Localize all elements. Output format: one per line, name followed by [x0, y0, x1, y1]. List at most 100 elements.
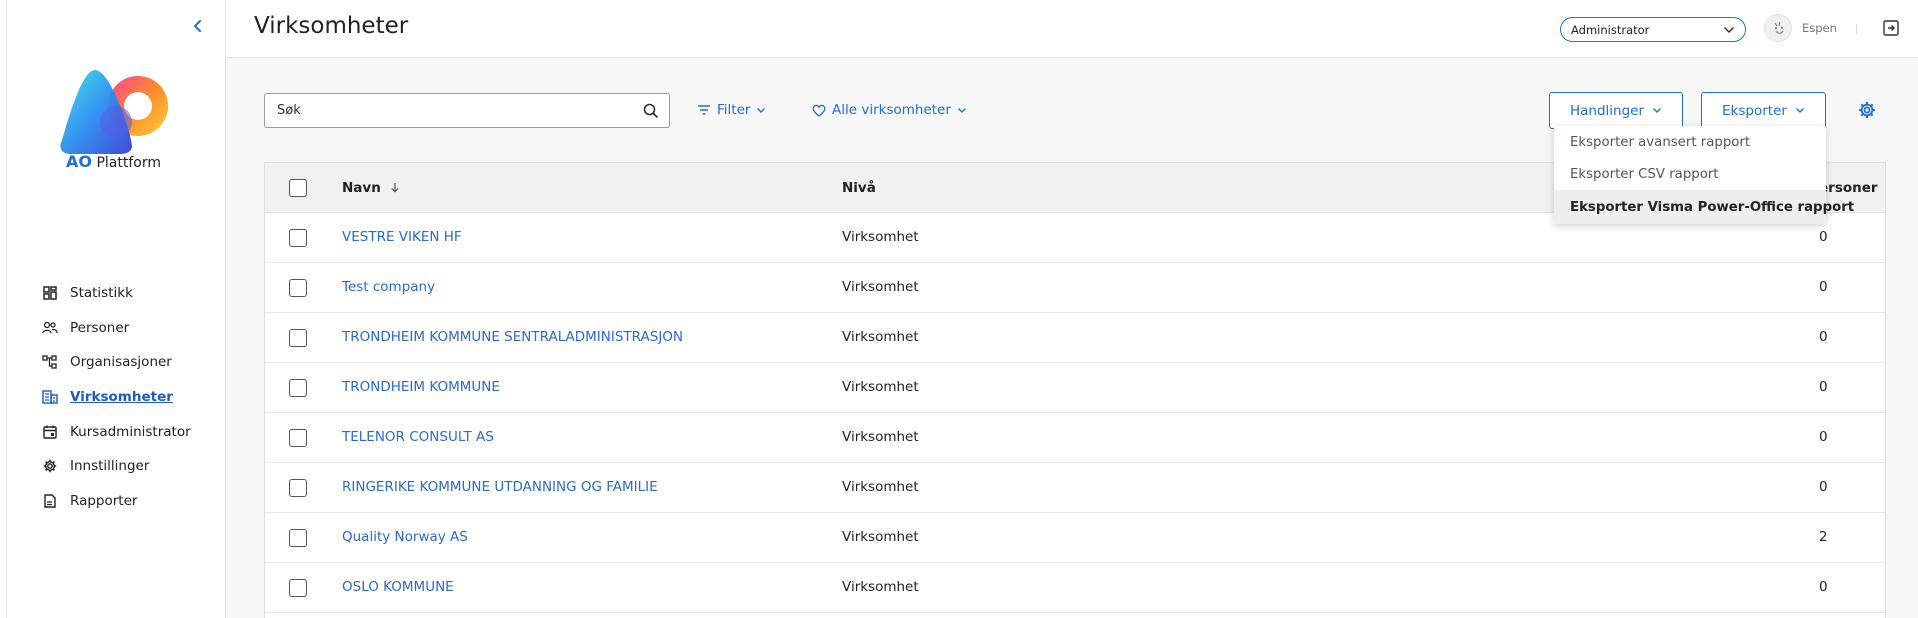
sidebar-item-label: Kursadministrator: [70, 423, 191, 440]
sidebar-item-rapporter[interactable]: Rapporter: [42, 484, 191, 519]
actions-button[interactable]: Handlinger: [1549, 92, 1683, 129]
sidebar-item-label: Rapporter: [70, 492, 138, 509]
favorites-filter-label: Alle virksomheter: [832, 102, 951, 118]
search-box: [264, 93, 670, 128]
filter-label: Filter: [717, 102, 751, 118]
logout-icon: [1883, 20, 1899, 36]
building-icon: [42, 389, 58, 405]
company-name-link[interactable]: TRONDHEIM KOMMUNE SENTRALADMINISTRASJON: [342, 329, 683, 345]
chevron-down-icon: [757, 107, 766, 113]
table-row: TRONDHEIM KOMMUNE Virksomhet 0: [265, 363, 1885, 413]
company-level: Virksomhet: [842, 379, 919, 395]
org-chart-icon: [42, 354, 58, 370]
company-person-count: 0: [1819, 329, 1828, 345]
company-person-count: 0: [1819, 229, 1828, 245]
sidebar-item-label: Virksomheter: [70, 389, 173, 406]
company-level: Virksomhet: [842, 579, 919, 595]
column-header-name-label: Navn: [342, 180, 381, 196]
gear-icon: [1859, 102, 1875, 118]
logo-mark-icon: [60, 70, 168, 154]
page-title: Virksomheter: [254, 13, 409, 39]
filter-button[interactable]: Filter: [697, 102, 766, 118]
gear-icon: [42, 458, 58, 474]
company-name-link[interactable]: TELENOR CONSULT AS: [342, 429, 494, 445]
row-checkbox[interactable]: [289, 479, 307, 497]
column-header-level[interactable]: Nivå: [842, 180, 876, 196]
company-name-link[interactable]: VESTRE VIKEN HF: [342, 229, 462, 245]
companies-table: Navn Nivå ersoner VESTRE VIKEN HF Virkso…: [264, 162, 1886, 618]
chevron-down-icon: [1795, 108, 1804, 113]
company-name-link[interactable]: Test company: [342, 279, 435, 295]
sidebar-item-innstillinger[interactable]: Innstillinger: [42, 449, 191, 484]
heart-icon: [812, 104, 826, 117]
row-checkbox[interactable]: [289, 229, 307, 247]
chevron-down-icon: [957, 107, 966, 113]
company-level: Virksomhet: [842, 529, 919, 545]
row-checkbox[interactable]: [289, 329, 307, 347]
sort-down-icon: [390, 183, 399, 193]
calendar-icon: [42, 424, 58, 440]
sidebar-nav: Statistikk Personer Organisasjoner Virks…: [42, 276, 191, 518]
company-name-link[interactable]: Quality Norway AS: [342, 529, 468, 545]
export-dropdown-menu: Eksporter avansert rapport Eksporter CSV…: [1554, 126, 1854, 224]
search-icon[interactable]: [643, 103, 659, 119]
sidebar-edge: [6, 0, 7, 618]
row-checkbox[interactable]: [289, 279, 307, 297]
export-csv-report-item[interactable]: Eksporter CSV rapport: [1554, 158, 1826, 190]
table-row: OSLO KOMMUNE Virksomhet 0: [265, 563, 1885, 613]
export-button[interactable]: Eksporter: [1701, 92, 1826, 129]
sidebar-item-kursadministrator[interactable]: Kursadministrator: [42, 414, 191, 449]
table-row: Quality Norway AS Virksomhet 2: [265, 513, 1885, 563]
company-person-count: 0: [1819, 479, 1828, 495]
logo-text: AO Plattform: [66, 152, 161, 171]
company-person-count: 2: [1819, 529, 1828, 545]
company-person-count: 0: [1819, 379, 1828, 395]
logo-brand: AO: [66, 152, 92, 171]
divider: [1856, 24, 1857, 34]
chevron-left-icon: [193, 20, 201, 32]
table-row: Test company Virksomhet 0: [265, 263, 1885, 313]
select-all-checkbox[interactable]: [289, 179, 307, 197]
sidebar-item-organisasjoner[interactable]: Organisasjoner: [42, 345, 191, 380]
company-name-link[interactable]: OSLO KOMMUNE: [342, 579, 454, 595]
column-header-name[interactable]: Navn: [342, 180, 400, 196]
sidebar: AO Plattform Statistikk Personer Organis…: [0, 0, 226, 618]
company-level: Virksomhet: [842, 479, 919, 495]
company-name-link[interactable]: RINGERIKE KOMMUNE UTDANNING OG FAMILIE: [342, 479, 658, 495]
sidebar-item-label: Organisasjoner: [70, 354, 172, 371]
sidebar-item-label: Statistikk: [70, 285, 133, 302]
row-checkbox[interactable]: [289, 579, 307, 597]
dashboard-icon: [42, 285, 58, 301]
row-checkbox[interactable]: [289, 379, 307, 397]
favorites-filter-button[interactable]: Alle virksomheter: [812, 102, 967, 118]
avatar[interactable]: [1764, 14, 1792, 42]
chevron-down-icon: [1653, 108, 1662, 113]
row-checkbox[interactable]: [289, 429, 307, 447]
sidebar-item-virksomheter[interactable]: Virksomheter: [42, 380, 191, 415]
filter-icon: [698, 105, 710, 115]
role-select[interactable]: Administrator: [1560, 17, 1746, 42]
sidebar-item-statistikk[interactable]: Statistikk: [42, 276, 191, 311]
company-name-link[interactable]: TRONDHEIM KOMMUNE: [342, 379, 500, 395]
sidebar-item-label: Personer: [70, 319, 130, 336]
logo-name: Plattform: [96, 155, 161, 171]
company-person-count: 0: [1819, 579, 1828, 595]
company-person-count: 0: [1819, 429, 1828, 445]
user-avatar-icon: [1774, 21, 1784, 34]
table-row: TRONDHEIM KOMMUNE SENTRALADMINISTRASJON …: [265, 313, 1885, 363]
user-name[interactable]: Espen: [1802, 21, 1837, 35]
table-settings-button[interactable]: [1858, 101, 1876, 119]
column-header-persons[interactable]: ersoner: [1819, 180, 1878, 196]
company-level: Virksomhet: [842, 429, 919, 445]
search-input[interactable]: [265, 94, 625, 127]
actions-label: Handlinger: [1569, 102, 1645, 119]
export-visma-report-item[interactable]: Eksporter Visma Power-Office rapport: [1554, 190, 1854, 224]
collapse-sidebar-button[interactable]: [190, 16, 206, 36]
table-row: TELENOR CONSULT AS Virksomhet 0: [265, 413, 1885, 463]
sidebar-item-personer[interactable]: Personer: [42, 311, 191, 346]
company-level: Virksomhet: [842, 329, 919, 345]
export-advanced-report-item[interactable]: Eksporter avansert rapport: [1554, 126, 1826, 158]
row-checkbox[interactable]: [289, 529, 307, 547]
logout-button[interactable]: [1882, 19, 1900, 37]
company-person-count: 0: [1819, 279, 1828, 295]
